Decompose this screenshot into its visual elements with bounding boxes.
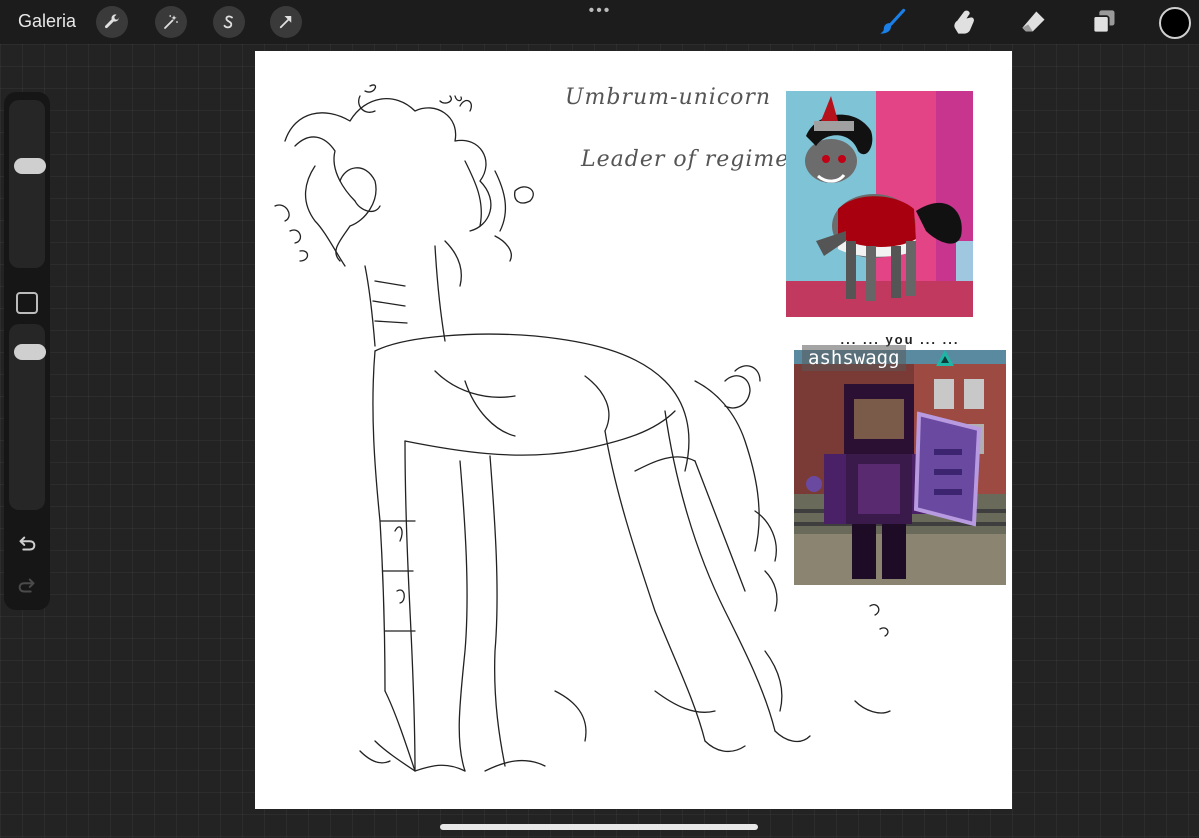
arrow-cursor-icon — [279, 16, 292, 29]
selection-button[interactable] — [213, 6, 245, 38]
redo-arrow-icon — [18, 578, 35, 593]
reference-image-pony[interactable] — [786, 91, 973, 317]
paintbrush-icon — [880, 8, 906, 34]
note-line-2: Leader of regime — [581, 147, 790, 172]
opacity-thumb[interactable] — [14, 344, 46, 360]
magic-wand-icon — [164, 15, 178, 29]
adjustments-button[interactable] — [155, 6, 187, 38]
wrench-icon — [104, 14, 120, 29]
player-nametag: ashswagg — [802, 345, 906, 371]
undo-arrow-icon — [19, 536, 36, 551]
color-picker-button[interactable] — [1159, 7, 1191, 39]
left-sidebar — [4, 92, 50, 610]
gallery-button[interactable]: Galeria — [18, 11, 76, 32]
actions-button[interactable] — [96, 6, 128, 38]
smudge-finger-icon — [954, 10, 974, 34]
drawing-canvas[interactable]: Umbrum-unicorn Leader of regime ... ... … — [255, 51, 1012, 809]
reference-image-minecraft[interactable]: ... ... you ... ... ashswagg — [794, 334, 1006, 585]
eraser-tool-button[interactable] — [1018, 6, 1050, 38]
triangle-badge-icon — [936, 350, 954, 366]
minecraft-reference-picture — [794, 334, 1006, 585]
more-options-icon[interactable]: ••• — [586, 2, 614, 22]
transform-button[interactable] — [270, 6, 302, 38]
top-toolbar: Galeria ••• — [0, 0, 1199, 44]
eraser-icon — [1022, 11, 1045, 32]
brush-size-thumb[interactable] — [14, 158, 46, 174]
note-line-1: Umbrum-unicorn — [565, 85, 772, 110]
brush-tool-button[interactable] — [876, 6, 908, 38]
modify-button[interactable] — [16, 292, 38, 314]
pony-reference-picture — [786, 91, 973, 317]
brush-size-slider[interactable] — [9, 100, 46, 268]
smudge-tool-button[interactable] — [947, 6, 979, 38]
layers-icon — [1092, 10, 1115, 34]
home-indicator[interactable] — [440, 824, 758, 830]
undo-button[interactable] — [13, 530, 41, 558]
redo-button[interactable] — [13, 572, 41, 600]
layers-button[interactable] — [1088, 6, 1120, 38]
opacity-slider[interactable] — [9, 324, 46, 510]
selection-s-icon — [223, 15, 233, 29]
